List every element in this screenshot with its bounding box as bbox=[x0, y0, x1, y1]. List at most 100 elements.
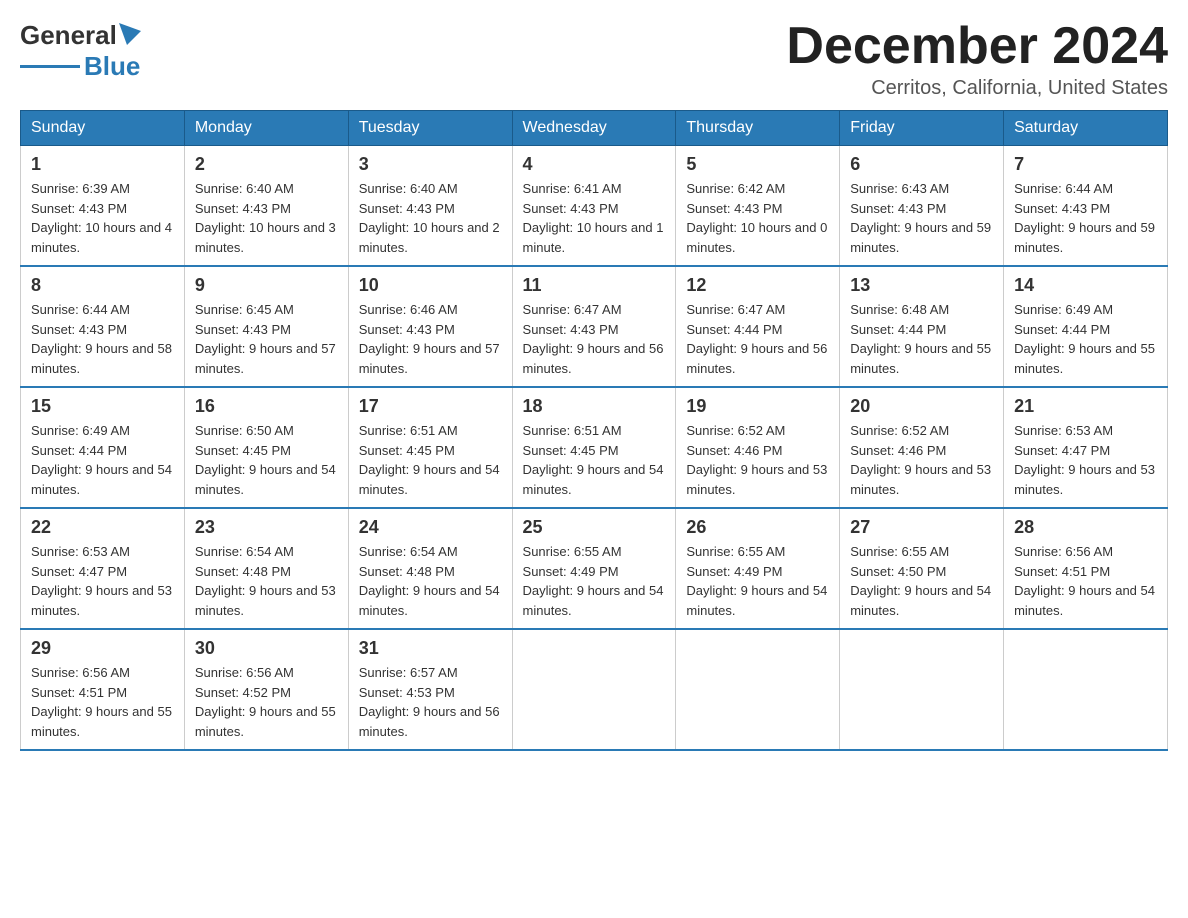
day-number: 22 bbox=[31, 517, 174, 538]
day-number: 5 bbox=[686, 154, 829, 175]
day-number: 1 bbox=[31, 154, 174, 175]
calendar-week-row: 8 Sunrise: 6:44 AM Sunset: 4:43 PM Dayli… bbox=[21, 266, 1168, 387]
calendar-cell: 3 Sunrise: 6:40 AM Sunset: 4:43 PM Dayli… bbox=[348, 146, 512, 267]
day-info: Sunrise: 6:39 AM Sunset: 4:43 PM Dayligh… bbox=[31, 179, 174, 257]
logo-triangle-icon bbox=[119, 23, 141, 45]
day-number: 9 bbox=[195, 275, 338, 296]
day-info: Sunrise: 6:47 AM Sunset: 4:44 PM Dayligh… bbox=[686, 300, 829, 378]
day-info: Sunrise: 6:55 AM Sunset: 4:50 PM Dayligh… bbox=[850, 542, 993, 620]
day-number: 8 bbox=[31, 275, 174, 296]
day-number: 13 bbox=[850, 275, 993, 296]
day-number: 29 bbox=[31, 638, 174, 659]
day-number: 6 bbox=[850, 154, 993, 175]
header-wednesday: Wednesday bbox=[512, 111, 676, 146]
day-number: 3 bbox=[359, 154, 502, 175]
day-info: Sunrise: 6:51 AM Sunset: 4:45 PM Dayligh… bbox=[359, 421, 502, 499]
header-saturday: Saturday bbox=[1004, 111, 1168, 146]
day-info: Sunrise: 6:48 AM Sunset: 4:44 PM Dayligh… bbox=[850, 300, 993, 378]
calendar-cell bbox=[840, 629, 1004, 750]
calendar-week-row: 29 Sunrise: 6:56 AM Sunset: 4:51 PM Dayl… bbox=[21, 629, 1168, 750]
day-number: 11 bbox=[523, 275, 666, 296]
calendar-table: Sunday Monday Tuesday Wednesday Thursday… bbox=[20, 110, 1168, 751]
calendar-cell: 31 Sunrise: 6:57 AM Sunset: 4:53 PM Dayl… bbox=[348, 629, 512, 750]
page-header: General Blue December 2024 Cerritos, Cal… bbox=[20, 20, 1168, 100]
day-info: Sunrise: 6:56 AM Sunset: 4:51 PM Dayligh… bbox=[1014, 542, 1157, 620]
day-number: 17 bbox=[359, 396, 502, 417]
calendar-cell: 23 Sunrise: 6:54 AM Sunset: 4:48 PM Dayl… bbox=[184, 508, 348, 629]
day-info: Sunrise: 6:44 AM Sunset: 4:43 PM Dayligh… bbox=[1014, 179, 1157, 257]
day-info: Sunrise: 6:40 AM Sunset: 4:43 PM Dayligh… bbox=[195, 179, 338, 257]
day-info: Sunrise: 6:54 AM Sunset: 4:48 PM Dayligh… bbox=[359, 542, 502, 620]
calendar-cell: 10 Sunrise: 6:46 AM Sunset: 4:43 PM Dayl… bbox=[348, 266, 512, 387]
calendar-cell: 30 Sunrise: 6:56 AM Sunset: 4:52 PM Dayl… bbox=[184, 629, 348, 750]
calendar-cell: 27 Sunrise: 6:55 AM Sunset: 4:50 PM Dayl… bbox=[840, 508, 1004, 629]
day-info: Sunrise: 6:56 AM Sunset: 4:52 PM Dayligh… bbox=[195, 663, 338, 741]
header-friday: Friday bbox=[840, 111, 1004, 146]
calendar-cell: 4 Sunrise: 6:41 AM Sunset: 4:43 PM Dayli… bbox=[512, 146, 676, 267]
day-info: Sunrise: 6:41 AM Sunset: 4:43 PM Dayligh… bbox=[523, 179, 666, 257]
calendar-cell bbox=[676, 629, 840, 750]
day-number: 7 bbox=[1014, 154, 1157, 175]
calendar-cell: 28 Sunrise: 6:56 AM Sunset: 4:51 PM Dayl… bbox=[1004, 508, 1168, 629]
header-sunday: Sunday bbox=[21, 111, 185, 146]
location-subtitle: Cerritos, California, United States bbox=[786, 77, 1168, 100]
day-number: 26 bbox=[686, 517, 829, 538]
day-number: 20 bbox=[850, 396, 993, 417]
day-info: Sunrise: 6:44 AM Sunset: 4:43 PM Dayligh… bbox=[31, 300, 174, 378]
calendar-cell: 20 Sunrise: 6:52 AM Sunset: 4:46 PM Dayl… bbox=[840, 387, 1004, 508]
day-info: Sunrise: 6:52 AM Sunset: 4:46 PM Dayligh… bbox=[686, 421, 829, 499]
calendar-cell: 12 Sunrise: 6:47 AM Sunset: 4:44 PM Dayl… bbox=[676, 266, 840, 387]
calendar-cell: 11 Sunrise: 6:47 AM Sunset: 4:43 PM Dayl… bbox=[512, 266, 676, 387]
calendar-cell: 22 Sunrise: 6:53 AM Sunset: 4:47 PM Dayl… bbox=[21, 508, 185, 629]
calendar-cell: 21 Sunrise: 6:53 AM Sunset: 4:47 PM Dayl… bbox=[1004, 387, 1168, 508]
day-info: Sunrise: 6:57 AM Sunset: 4:53 PM Dayligh… bbox=[359, 663, 502, 741]
day-info: Sunrise: 6:43 AM Sunset: 4:43 PM Dayligh… bbox=[850, 179, 993, 257]
day-number: 19 bbox=[686, 396, 829, 417]
day-number: 24 bbox=[359, 517, 502, 538]
day-info: Sunrise: 6:47 AM Sunset: 4:43 PM Dayligh… bbox=[523, 300, 666, 378]
day-number: 31 bbox=[359, 638, 502, 659]
logo-underline bbox=[20, 65, 80, 68]
month-year-title: December 2024 bbox=[786, 20, 1168, 72]
day-number: 15 bbox=[31, 396, 174, 417]
day-info: Sunrise: 6:45 AM Sunset: 4:43 PM Dayligh… bbox=[195, 300, 338, 378]
title-block: December 2024 Cerritos, California, Unit… bbox=[786, 20, 1168, 100]
day-info: Sunrise: 6:53 AM Sunset: 4:47 PM Dayligh… bbox=[1014, 421, 1157, 499]
calendar-cell: 7 Sunrise: 6:44 AM Sunset: 4:43 PM Dayli… bbox=[1004, 146, 1168, 267]
calendar-cell: 13 Sunrise: 6:48 AM Sunset: 4:44 PM Dayl… bbox=[840, 266, 1004, 387]
calendar-cell: 8 Sunrise: 6:44 AM Sunset: 4:43 PM Dayli… bbox=[21, 266, 185, 387]
day-info: Sunrise: 6:46 AM Sunset: 4:43 PM Dayligh… bbox=[359, 300, 502, 378]
day-info: Sunrise: 6:50 AM Sunset: 4:45 PM Dayligh… bbox=[195, 421, 338, 499]
day-number: 25 bbox=[523, 517, 666, 538]
calendar-header-row: Sunday Monday Tuesday Wednesday Thursday… bbox=[21, 111, 1168, 146]
calendar-cell: 29 Sunrise: 6:56 AM Sunset: 4:51 PM Dayl… bbox=[21, 629, 185, 750]
day-number: 23 bbox=[195, 517, 338, 538]
day-number: 2 bbox=[195, 154, 338, 175]
calendar-cell: 5 Sunrise: 6:42 AM Sunset: 4:43 PM Dayli… bbox=[676, 146, 840, 267]
header-thursday: Thursday bbox=[676, 111, 840, 146]
calendar-cell: 25 Sunrise: 6:55 AM Sunset: 4:49 PM Dayl… bbox=[512, 508, 676, 629]
calendar-week-row: 1 Sunrise: 6:39 AM Sunset: 4:43 PM Dayli… bbox=[21, 146, 1168, 267]
calendar-cell: 17 Sunrise: 6:51 AM Sunset: 4:45 PM Dayl… bbox=[348, 387, 512, 508]
calendar-cell: 16 Sunrise: 6:50 AM Sunset: 4:45 PM Dayl… bbox=[184, 387, 348, 508]
day-info: Sunrise: 6:49 AM Sunset: 4:44 PM Dayligh… bbox=[1014, 300, 1157, 378]
day-info: Sunrise: 6:54 AM Sunset: 4:48 PM Dayligh… bbox=[195, 542, 338, 620]
calendar-cell: 6 Sunrise: 6:43 AM Sunset: 4:43 PM Dayli… bbox=[840, 146, 1004, 267]
calendar-cell: 15 Sunrise: 6:49 AM Sunset: 4:44 PM Dayl… bbox=[21, 387, 185, 508]
calendar-cell: 19 Sunrise: 6:52 AM Sunset: 4:46 PM Dayl… bbox=[676, 387, 840, 508]
day-number: 30 bbox=[195, 638, 338, 659]
day-info: Sunrise: 6:52 AM Sunset: 4:46 PM Dayligh… bbox=[850, 421, 993, 499]
day-number: 10 bbox=[359, 275, 502, 296]
day-info: Sunrise: 6:51 AM Sunset: 4:45 PM Dayligh… bbox=[523, 421, 666, 499]
calendar-cell: 9 Sunrise: 6:45 AM Sunset: 4:43 PM Dayli… bbox=[184, 266, 348, 387]
day-info: Sunrise: 6:56 AM Sunset: 4:51 PM Dayligh… bbox=[31, 663, 174, 741]
day-info: Sunrise: 6:40 AM Sunset: 4:43 PM Dayligh… bbox=[359, 179, 502, 257]
day-info: Sunrise: 6:55 AM Sunset: 4:49 PM Dayligh… bbox=[523, 542, 666, 620]
calendar-week-row: 15 Sunrise: 6:49 AM Sunset: 4:44 PM Dayl… bbox=[21, 387, 1168, 508]
day-number: 16 bbox=[195, 396, 338, 417]
calendar-cell: 18 Sunrise: 6:51 AM Sunset: 4:45 PM Dayl… bbox=[512, 387, 676, 508]
day-number: 21 bbox=[1014, 396, 1157, 417]
calendar-cell: 26 Sunrise: 6:55 AM Sunset: 4:49 PM Dayl… bbox=[676, 508, 840, 629]
day-info: Sunrise: 6:49 AM Sunset: 4:44 PM Dayligh… bbox=[31, 421, 174, 499]
day-number: 4 bbox=[523, 154, 666, 175]
